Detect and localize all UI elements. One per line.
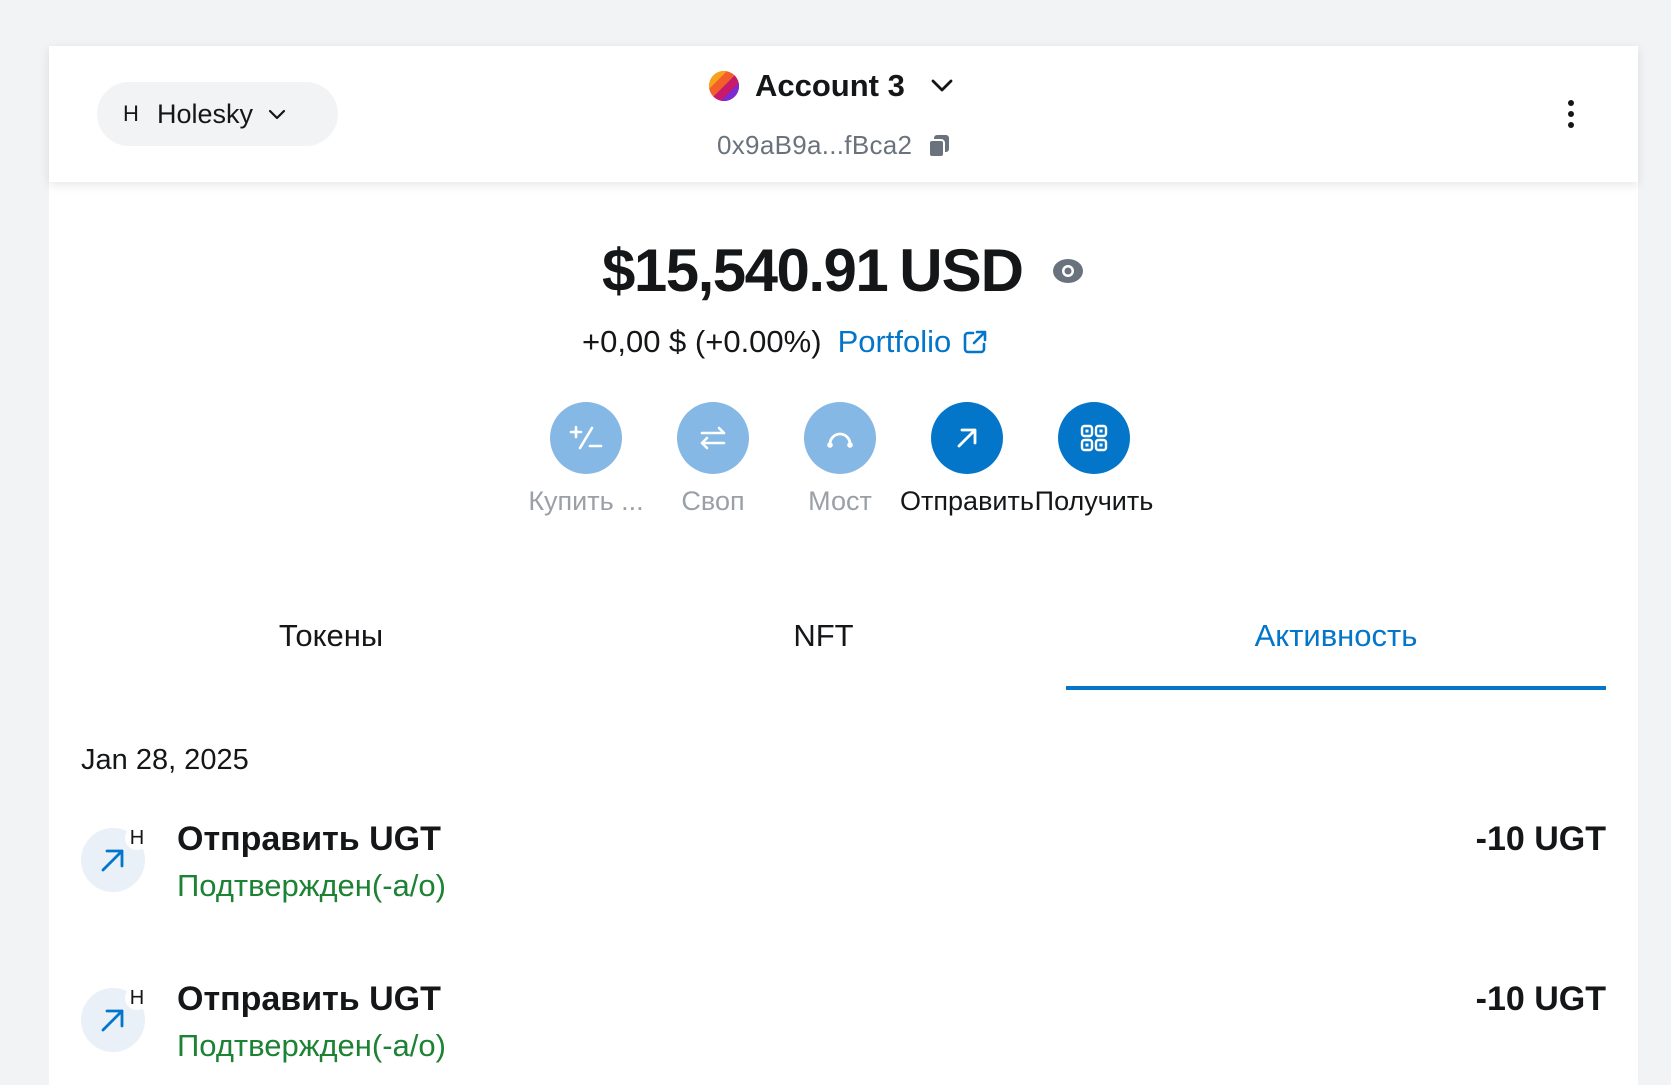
account-name: Account 3	[755, 68, 905, 103]
bridge-button[interactable]	[804, 402, 876, 474]
tab-nft-label: NFT	[793, 618, 854, 653]
network-selector[interactable]: H Holesky	[97, 82, 338, 146]
send-label: Отправить	[900, 486, 1034, 516]
bridge-action[interactable]: Мост	[770, 402, 910, 517]
swap-label: Своп	[681, 486, 745, 516]
eye-icon[interactable]	[1051, 254, 1085, 288]
chevron-down-icon	[931, 79, 953, 92]
activity-status: Подтвержден(-а/о)	[177, 1028, 446, 1063]
external-link-icon[interactable]	[961, 328, 989, 356]
tab-tokens-label: Токены	[278, 618, 384, 653]
account-address: 0x9aB9a...fBca2	[717, 130, 952, 161]
chevron-down-icon	[268, 109, 286, 120]
tab-activity-label: Активность	[1254, 618, 1418, 653]
tab-bar: Токены NFT Активность	[81, 586, 1606, 690]
balance-display: $15,540.91 USD	[49, 236, 1638, 305]
activity-status: Подтвержден(-а/о)	[177, 868, 446, 903]
activity-title: Отправить UGT	[177, 980, 441, 1018]
activity-amount: -10 UGT	[1475, 820, 1606, 858]
activity-title: Отправить UGT	[177, 820, 441, 858]
buy-sell-icon	[569, 425, 603, 450]
app-header: H Holesky Account 3 0x9aB9a...fBca2	[49, 46, 1638, 182]
receive-action[interactable]: Получить	[1024, 402, 1164, 517]
swap-action[interactable]: Своп	[643, 402, 783, 517]
bridge-icon	[827, 432, 853, 448]
tab-tokens[interactable]: Токены	[81, 586, 581, 686]
send-action[interactable]: Отправить	[897, 402, 1037, 517]
wallet-card: H Holesky Account 3 0x9aB9a...fBca2 $15,…	[49, 46, 1638, 1085]
balance-amount: $15,540.91	[602, 237, 889, 304]
send-button[interactable]	[931, 402, 1003, 474]
account-selector[interactable]: Account 3	[709, 68, 957, 104]
network-avatar: H	[123, 101, 139, 126]
activity-icon: H	[81, 986, 149, 1052]
address-text: 0x9aB9a...fBca2	[717, 130, 913, 160]
activity-list-item[interactable]: H Отправить UGT Подтвержден(-а/о) -10 UG…	[81, 818, 1606, 914]
activity-amount: -10 UGT	[1475, 980, 1606, 1018]
activity-icon: H	[81, 826, 149, 892]
activity-date-header: Jan 28, 2025	[81, 744, 249, 776]
receive-button[interactable]	[1058, 402, 1130, 474]
send-arrow-icon	[101, 1009, 124, 1032]
activity-list-item[interactable]: H Отправить UGT Подтвержден(-а/о) -10 UG…	[81, 978, 1606, 1074]
network-name: Holesky	[157, 98, 254, 129]
tab-activity[interactable]: Активность	[1066, 586, 1606, 690]
portfolio-link[interactable]: Portfolio	[838, 324, 952, 360]
account-avatar-icon	[709, 71, 739, 101]
network-badge: H	[125, 826, 149, 850]
balance-currency: USD	[899, 237, 1024, 304]
swap-icon	[700, 426, 726, 450]
buy-sell-label: Купить ...	[528, 486, 644, 516]
bridge-label: Мост	[808, 486, 872, 516]
swap-button[interactable]	[677, 402, 749, 474]
qr-code-icon	[1080, 424, 1108, 452]
network-badge: H	[125, 986, 149, 1010]
tab-nft[interactable]: NFT	[581, 586, 1066, 686]
send-arrow-icon	[101, 849, 124, 872]
balance-change-row: +0,00 $ (+0.00%) Portfolio	[582, 324, 989, 360]
balance-change: +0,00 $ (+0.00%)	[582, 324, 822, 359]
more-menu-icon[interactable]	[1565, 96, 1577, 132]
active-tab-indicator	[1066, 686, 1606, 690]
receive-label: Получить	[1034, 486, 1154, 516]
send-arrow-icon	[957, 428, 977, 448]
buy-sell-action[interactable]: Купить ...	[516, 402, 656, 517]
copy-icon[interactable]	[926, 133, 952, 159]
buy-sell-button[interactable]	[550, 402, 622, 474]
